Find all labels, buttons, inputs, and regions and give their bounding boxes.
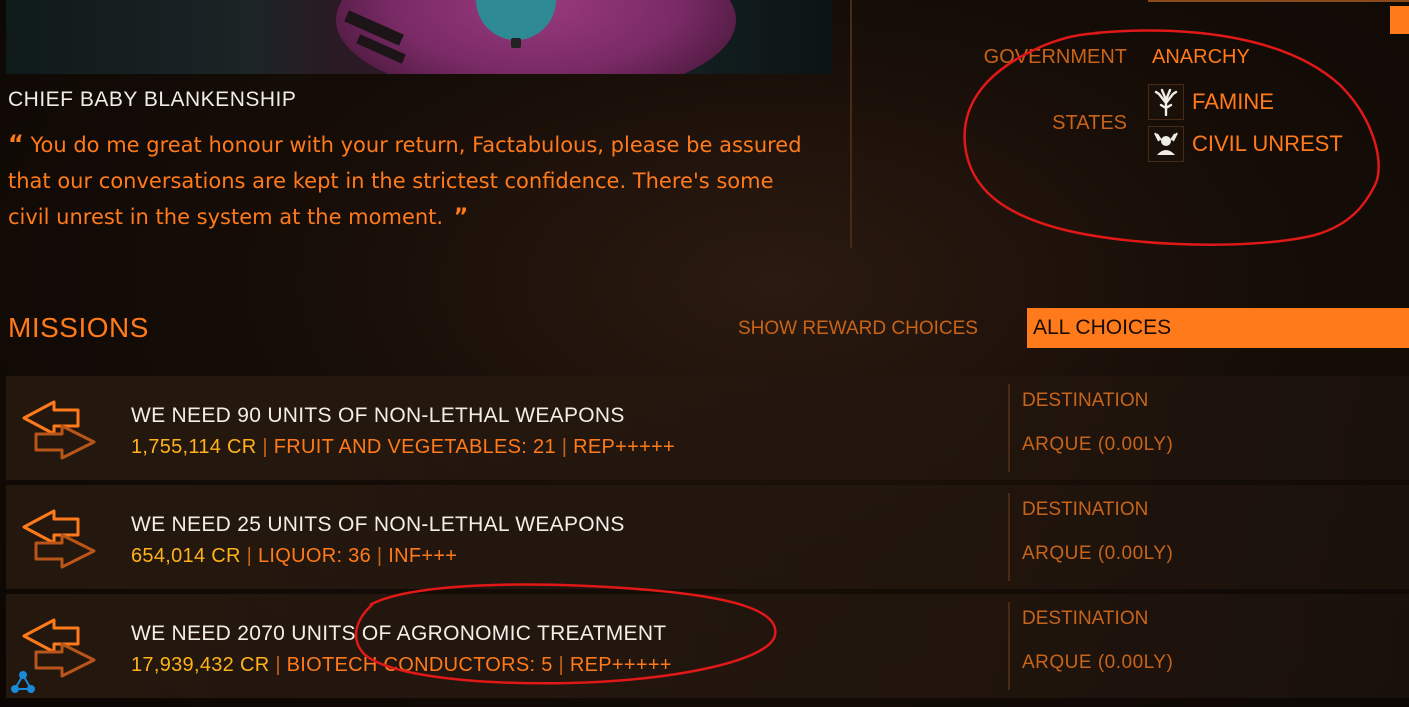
mission-reward: 654,014 CR | LIQUOR: 36 | INF+++ xyxy=(131,545,457,568)
npc-name: CHIEF BABY BLANKENSHIP xyxy=(8,88,297,111)
mission-title: WE NEED 90 UNITS OF NON-LETHAL WEAPONS xyxy=(131,404,625,427)
reward-filter-label: SHOW REWARD CHOICES xyxy=(738,318,978,339)
mission-title: WE NEED 2070 UNITS OF AGRONOMIC TREATMEN… xyxy=(131,622,667,645)
destination-value: ARQUE (0.00LY) xyxy=(1022,652,1174,673)
state-civil-unrest-label: CIVIL UNREST xyxy=(1192,131,1343,156)
states-label: STATES xyxy=(1052,112,1127,134)
state-famine-label: FAMINE xyxy=(1192,89,1274,114)
separator: | xyxy=(561,436,568,458)
mission-reputation: REP+++++ xyxy=(569,654,672,676)
mission-row[interactable]: WE NEED 90 UNITS OF NON-LETHAL WEAPONS 1… xyxy=(6,376,1409,480)
npc-quote-text: You do me great honour with your return,… xyxy=(8,133,802,229)
destination-value: ARQUE (0.00LY) xyxy=(1022,543,1174,564)
swap-arrows-icon xyxy=(22,400,96,460)
mission-reward: 1,755,114 CR | FRUIT AND VEGETABLES: 21 … xyxy=(131,436,675,459)
missions-title: MISSIONS xyxy=(8,312,149,343)
mission-influence: INF+++ xyxy=(388,545,458,567)
mission-title: WE NEED 25 UNITS OF NON-LETHAL WEAPONS xyxy=(131,513,625,536)
mission-credits: 654,014 CR xyxy=(131,545,241,567)
government-label: GOVERNMENT xyxy=(983,46,1127,68)
government-value: ANARCHY xyxy=(1152,46,1250,68)
civil-unrest-icon xyxy=(1148,126,1184,162)
npc-portrait xyxy=(6,0,832,74)
mission-credits: 17,939,432 CR xyxy=(131,654,270,676)
destination-label: DESTINATION xyxy=(1022,499,1149,520)
mission-row[interactable]: WE NEED 2070 UNITS OF AGRONOMIC TREATMEN… xyxy=(6,594,1409,698)
mission-divider xyxy=(1008,493,1010,581)
state-famine: FAMINE xyxy=(1148,84,1274,120)
destination-label: DESTINATION xyxy=(1022,608,1149,629)
mission-divider xyxy=(1008,602,1010,690)
top-tab[interactable] xyxy=(1390,6,1409,34)
swap-arrows-icon xyxy=(22,509,96,569)
separator: | xyxy=(246,545,253,567)
mission-reputation: REP+++++ xyxy=(573,436,676,458)
famine-tree-icon xyxy=(1148,84,1184,120)
mission-divider xyxy=(1008,384,1010,472)
panel-divider xyxy=(850,0,852,248)
separator: | xyxy=(275,654,281,676)
quote-close-icon: ” xyxy=(453,205,469,230)
reward-filter-dropdown[interactable]: ALL CHOICES xyxy=(1027,308,1409,348)
mission-reward: 17,939,432 CR | BIOTECH CONDUCTORS: 5 | … xyxy=(131,654,672,677)
npc-quote: “ You do me great honour with your retur… xyxy=(8,126,808,236)
separator: | xyxy=(262,436,268,458)
destination-value: ARQUE (0.00LY) xyxy=(1022,434,1174,455)
quote-open-icon: “ xyxy=(8,130,24,158)
mission-commodity: LIQUOR: 36 xyxy=(257,545,372,567)
state-civil-unrest: CIVIL UNREST xyxy=(1148,126,1343,162)
top-bar xyxy=(1148,0,1409,2)
separator: | xyxy=(558,654,564,676)
separator: | xyxy=(376,545,383,567)
triangle-logo-icon xyxy=(11,671,35,693)
mission-credits: 1,755,114 CR xyxy=(131,436,257,458)
destination-label: DESTINATION xyxy=(1022,390,1149,411)
mission-row[interactable]: WE NEED 25 UNITS OF NON-LETHAL WEAPONS 6… xyxy=(6,485,1409,589)
mission-commodity: FRUIT AND VEGETABLES: 21 xyxy=(273,436,556,458)
mission-commodity: BIOTECH CONDUCTORS: 5 xyxy=(286,654,553,676)
